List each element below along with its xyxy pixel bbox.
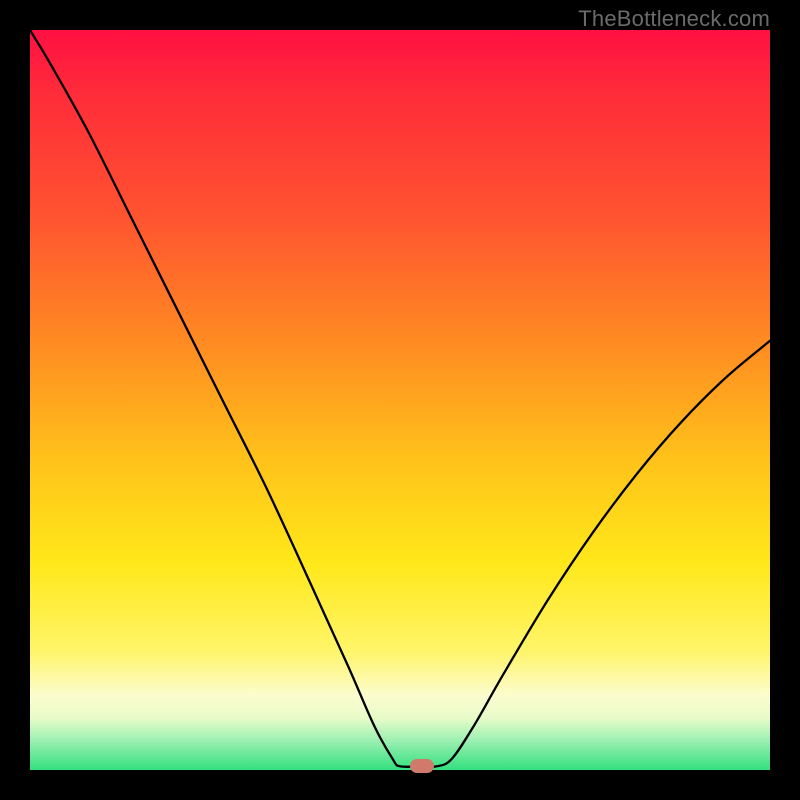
chart-stage: TheBottleneck.com — [0, 0, 800, 800]
watermark-text: TheBottleneck.com — [578, 6, 770, 32]
plot-area — [30, 30, 770, 770]
bottleneck-curve — [30, 30, 770, 767]
curve-svg — [30, 30, 770, 770]
optimal-marker — [410, 759, 434, 773]
